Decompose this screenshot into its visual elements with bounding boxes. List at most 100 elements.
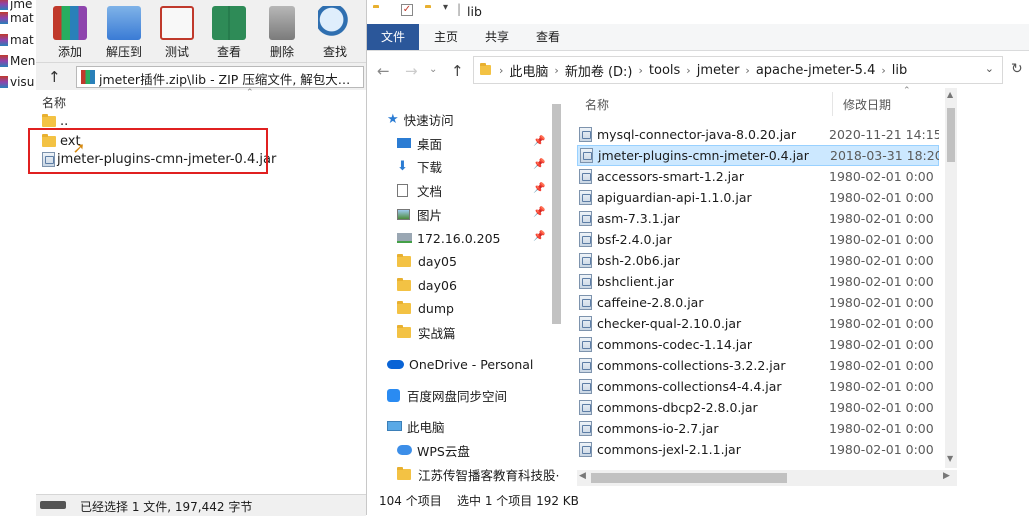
table-row[interactable]: caffeine-2.8.0.jar 1980-02-01 0:00 [577,292,939,313]
up-arrow-icon[interactable]: ↑ [48,68,61,86]
pin-icon[interactable]: 📌 [533,231,545,242]
jar-file-icon [579,379,592,394]
table-row[interactable]: mysql-connector-java-8.0.20.jar 2020-11-2… [577,124,939,145]
sidebar-item-this-pc[interactable]: 此电脑 [387,415,445,437]
wps-cloud-icon [397,445,412,455]
add-button[interactable]: 添加 [46,4,94,60]
table-row[interactable]: checker-qual-2.10.0.jar 1980-02-01 0:00 [577,313,939,334]
winrar-address-bar: ↑ jmeter插件.zip\lib - ZIP 压缩文件, 解包大小为 1, [36,62,366,91]
table-row[interactable]: apiguardian-api-1.1.0.jar 1980-02-01 0:00 [577,187,939,208]
breadcrumb-jmeter[interactable]: jmeter [697,63,740,78]
breadcrumb-tools[interactable]: tools [649,63,680,78]
jar-file-icon [579,274,592,289]
breadcrumb-apache-jmeter[interactable]: apache-jmeter-5.4 [756,63,876,78]
horizontal-scrollbar[interactable]: ◀ ▶ [577,470,957,486]
table-row[interactable]: commons-io-2.7.jar 1980-02-01 0:00 [577,418,939,439]
pin-icon[interactable]: 📌 [533,136,545,147]
address-bar[interactable]: › 此电脑 › 新加卷 (D:) › tools › jmeter › apac… [473,56,1003,84]
breadcrumb-drive-d[interactable]: 新加卷 (D:) [565,61,633,80]
sidebar-item-day05[interactable]: day05 [397,250,457,272]
view-button[interactable]: 查看 [205,4,253,60]
tab-share[interactable]: 共享 [473,24,521,50]
scroll-down-icon[interactable]: ▼ [947,454,953,463]
tab-home[interactable]: 主页 [422,24,470,50]
scroll-right-icon[interactable]: ▶ [943,471,950,481]
scroll-left-icon[interactable]: ◀ [579,471,586,481]
properties-icon[interactable]: ✓ [401,4,413,16]
sidebar-scrollbar[interactable] [552,104,561,324]
list-item[interactable]: mat [0,30,36,50]
table-row-selected[interactable]: jmeter-plugins-cmn-jmeter-0.4.jar 2018-03… [577,145,939,166]
sidebar-item-company-folder[interactable]: 江苏传智播客教育科技股· [397,463,559,485]
table-row[interactable]: asm-7.3.1.jar 1980-02-01 0:00 [577,208,939,229]
sidebar-item-dump[interactable]: dump [397,297,454,319]
forward-arrow-icon[interactable]: → [405,62,418,80]
table-row[interactable]: commons-collections4-4.4.jar 1980-02-01 0… [577,376,939,397]
column-header-name[interactable]: 名称 [585,96,609,113]
sidebar-item-quick-access[interactable]: ★ 快速访问 [387,108,454,130]
column-header-name[interactable]: 名称 [42,94,66,111]
back-arrow-icon[interactable]: ← [377,62,390,80]
sidebar-item-downloads[interactable]: ⬇ 下载 [397,155,442,177]
table-row[interactable]: bsf-2.4.0.jar 1980-02-01 0:00 [577,229,939,250]
table-row[interactable]: accessors-smart-1.2.jar 1980-02-01 0:00 [577,166,939,187]
table-row[interactable]: commons-jexl-2.1.1.jar 1980-02-01 0:00 [577,439,939,460]
chevron-right-icon: › [499,63,504,77]
folder-icon [397,466,411,480]
highlight-box [28,128,268,174]
folder-icon [397,300,411,314]
sidebar-item-network-drive[interactable]: 172.16.0.205 [397,227,501,249]
delete-button[interactable]: 删除 [258,4,306,60]
table-row[interactable]: commons-collections-3.2.2.jar 1980-02-01 … [577,355,939,376]
sidebar-item-practice[interactable]: 实战篇 [397,321,456,343]
folder-extract-icon [107,6,141,40]
breadcrumb-this-pc[interactable]: 此电脑 [509,61,548,80]
quick-access-dropdown-icon[interactable]: ▾ [443,2,448,13]
find-button[interactable]: 查找 [311,4,359,60]
pin-icon[interactable]: 📌 [533,183,545,194]
archive-file-list: 名称 ⌃ .. ext ➚ jmeter-plugins-cmn-jmeter-… [28,88,366,494]
sidebar-item-desktop[interactable]: 桌面 [397,132,442,154]
jar-file-icon [579,211,592,226]
table-row[interactable]: bsh-2.0b6.jar 1980-02-01 0:00 [577,250,939,271]
sidebar-item-day06[interactable]: day06 [397,274,457,296]
sort-chevron-icon: ⌃ [246,88,254,98]
address-dropdown-icon[interactable]: ⌄ [985,62,994,75]
sidebar-item-pictures[interactable]: 图片 [397,203,442,225]
tab-view[interactable]: 查看 [524,24,572,50]
up-arrow-icon[interactable]: ↑ [451,62,464,80]
sidebar-item-onedrive[interactable]: OneDrive - Personal [387,353,533,375]
tab-file[interactable]: 文件 [367,24,420,50]
test-button[interactable]: 测试 [153,4,201,60]
refresh-icon[interactable]: ↻ [1011,61,1023,77]
pin-icon[interactable]: 📌 [533,207,545,218]
table-row[interactable]: commons-dbcp2-2.8.0.jar 1980-02-01 0:00 [577,397,939,418]
vertical-scrollbar[interactable]: ▲ ▼ [945,88,957,468]
sidebar-item-wps-cloud[interactable]: WPS云盘 [397,439,470,461]
background-window-list: jme mat mat Men visu [0,0,36,515]
winrar-toolbar: 添加 解压到 测试 查看 删除 查找 [36,0,366,62]
extract-to-button[interactable]: 解压到 [100,4,148,60]
list-item[interactable]: mat [0,8,36,28]
table-row[interactable]: bshclient.jar 1980-02-01 0:00 [577,271,939,292]
breadcrumb-lib[interactable]: lib [892,63,907,78]
list-item[interactable]: Men [0,51,36,71]
list-item[interactable]: visu [0,72,36,92]
magnifier-icon [318,6,352,40]
table-row[interactable]: commons-codec-1.14.jar 1980-02-01 0:00 [577,334,939,355]
window-title: lib [467,4,482,19]
scrollbar-thumb[interactable] [947,108,955,162]
archive-path-field[interactable]: jmeter插件.zip\lib - ZIP 压缩文件, 解包大小为 1, [76,66,364,88]
ribbon-tabs: 文件 主页 共享 查看 [367,24,1029,51]
sidebar-item-baidu[interactable]: 百度网盘同步空间 [387,384,507,406]
pin-icon[interactable]: 📌 [533,159,545,170]
file-icon [0,76,8,88]
recent-dropdown-icon[interactable]: ⌄ [429,64,437,75]
jar-file-icon [579,253,592,268]
sidebar-item-documents[interactable]: 文档 [397,179,442,201]
star-icon: ★ [387,111,399,127]
scroll-up-icon[interactable]: ▲ [947,90,953,99]
selection-info: 选中 1 个项目 192 KB [457,494,579,508]
column-header-date[interactable]: 修改日期 [843,96,891,113]
scrollbar-thumb[interactable] [591,473,787,483]
